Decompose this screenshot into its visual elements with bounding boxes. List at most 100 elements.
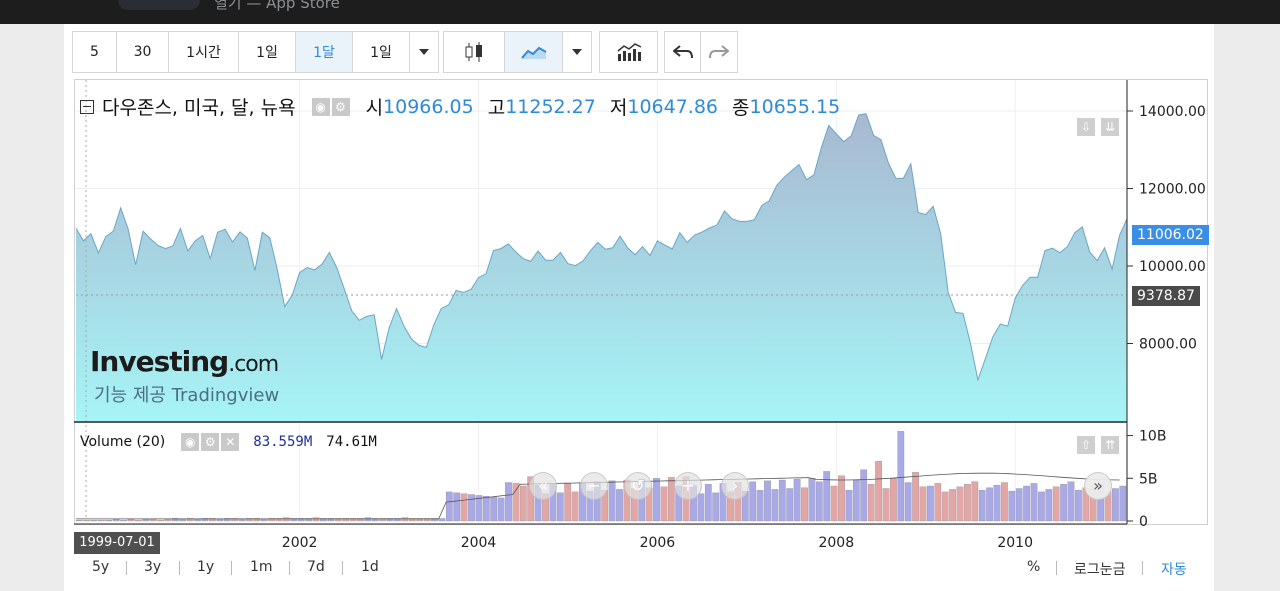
scroll-up-icon[interactable]: ⇧ [1077, 436, 1095, 454]
time-tick-label: 2006 [640, 535, 676, 551]
volume-bar [867, 484, 875, 522]
volume-bar [608, 480, 616, 522]
volume-bar [712, 492, 720, 522]
volume-bar [749, 481, 757, 522]
volume-bar [764, 480, 771, 522]
volume-bar [653, 478, 660, 522]
volume-bar [956, 486, 964, 522]
volume-bar [460, 493, 468, 522]
volume-bar [468, 494, 475, 522]
time-tick-label: 2002 [282, 535, 318, 551]
volume-bar [993, 484, 1001, 522]
range-divider [126, 561, 127, 575]
volume-bar [453, 492, 461, 522]
investing-logo: Investing.com [90, 345, 279, 378]
current-price-tag: 11006.02 [1132, 225, 1209, 245]
volume-tick-label: 10B [1139, 429, 1166, 445]
volume-bar [164, 519, 172, 522]
volume-bar [778, 479, 786, 522]
gear-icon[interactable]: ⚙ [331, 97, 350, 116]
volume-bar [120, 519, 127, 522]
volume-name: Volume (20) [80, 434, 166, 450]
volume-bar [475, 495, 483, 522]
range-divider [1142, 561, 1143, 575]
volume-bar [1001, 482, 1008, 522]
volume-bar [519, 485, 527, 522]
price-tick-label: 10000.00 [1139, 259, 1206, 275]
range-7d[interactable]: 7d [307, 559, 325, 575]
range-divider [342, 561, 343, 575]
zoom-in-icon[interactable]: + [674, 472, 702, 500]
investing-logo-suffix: .com [228, 352, 279, 377]
volume-tick-label: 5B [1139, 471, 1158, 487]
volume-bar [934, 483, 942, 522]
maximize-up-icon[interactable]: ⇈ [1101, 436, 1119, 454]
volume-tick-label: 0 [1139, 514, 1148, 530]
range-1d[interactable]: 1d [361, 559, 379, 575]
volume-bar [216, 519, 224, 522]
volume-bar [179, 519, 187, 522]
volume-bar [135, 519, 142, 522]
close-value: 10655.15 [749, 95, 841, 118]
volume-bar [697, 493, 705, 522]
volume-bar [1023, 485, 1030, 522]
volume-bar [1015, 488, 1023, 522]
volume-bar [127, 519, 135, 522]
volume-bar [897, 431, 905, 522]
reset-icon[interactable]: ↺ [624, 472, 652, 500]
high-value: 11252.27 [505, 95, 596, 118]
volume-bar [852, 479, 860, 522]
volume-bar [149, 519, 157, 522]
scroll-left-icon[interactable]: « [529, 472, 557, 500]
price-tick-label: 14000.00 [1139, 104, 1206, 120]
volume-bar [75, 519, 83, 522]
volume-bar [1045, 489, 1053, 522]
volume-bar [1038, 491, 1045, 522]
range-1y[interactable]: 1y [197, 559, 214, 575]
range-1m[interactable]: 1m [250, 559, 273, 575]
crosshair-date-tag: 1999-07-01 [74, 532, 160, 554]
volume-gear-icon[interactable]: ⚙ [201, 433, 220, 451]
scroll-down-icon[interactable]: ⇩ [1077, 118, 1095, 136]
range-5y[interactable]: 5y [92, 559, 109, 575]
range-divider [1056, 561, 1057, 575]
volume-bar [1119, 485, 1127, 522]
scroll-right-icon[interactable]: › [721, 472, 749, 500]
log-scale-toggle[interactable]: 로그눈금 [1074, 559, 1126, 579]
price-tick-label: 12000.00 [1139, 182, 1206, 198]
volume-bar [845, 490, 853, 522]
volume-bar [904, 482, 912, 522]
collapse-legend-icon[interactable] [80, 99, 94, 114]
volume-close-icon[interactable]: ✕ [221, 433, 240, 451]
high-label: 고 [487, 97, 506, 119]
volume-bar [756, 490, 764, 522]
volume-bar [490, 496, 498, 522]
volume-bar [1112, 488, 1119, 522]
auto-scale-toggle[interactable]: 자동 [1161, 559, 1187, 579]
volume-bar [112, 519, 120, 522]
volume-bar [919, 486, 927, 522]
range-3y[interactable]: 3y [144, 559, 161, 575]
go-to-latest-icon[interactable]: » [1084, 472, 1112, 500]
investing-logo-text: Investing [90, 345, 229, 378]
volume-bar [860, 469, 868, 522]
volume-bar [912, 472, 919, 522]
volume-bar [971, 481, 979, 522]
volume-bar [505, 482, 512, 522]
time-tick-label: 2008 [818, 535, 854, 551]
volume-bar [616, 489, 623, 522]
percent-toggle[interactable]: % [1027, 559, 1040, 575]
zoom-out-icon[interactable]: − [580, 472, 608, 500]
volume-bar [875, 461, 882, 522]
volume-bar [142, 519, 150, 522]
volume-bar [927, 485, 934, 522]
volume-eye-icon[interactable]: ◉ [181, 433, 200, 451]
maximize-down-icon[interactable]: ⇊ [1101, 118, 1119, 136]
volume-value-1: 83.559M [253, 434, 313, 450]
volume-bar [704, 484, 712, 522]
volume-bar [882, 488, 890, 522]
volume-bar [564, 483, 572, 522]
volume-bar [512, 483, 520, 522]
eye-icon[interactable]: ◉ [311, 97, 330, 116]
watermark-subtitle: 기능 제공 Tradingview [94, 385, 280, 406]
